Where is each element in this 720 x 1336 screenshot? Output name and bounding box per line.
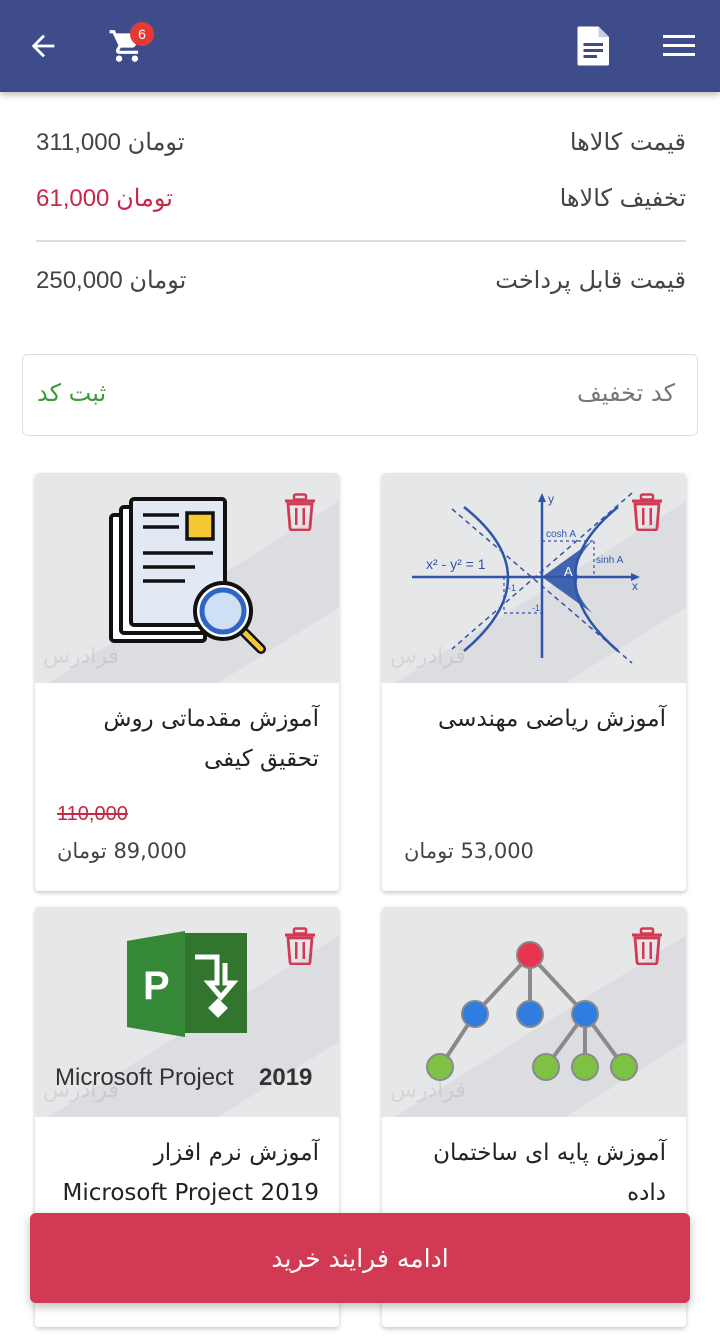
trash-icon[interactable] <box>630 493 664 531</box>
x-axis-label: x <box>632 579 638 593</box>
arrow-left-icon <box>31 34 55 58</box>
product-image: فرادرس P Microsoft Project 2019 <box>35 907 339 1117</box>
product-image: فرادرس y x x² - y² = 1 cosh A sinh A A -… <box>382 473 686 683</box>
price-summary: قیمت کالاها 311,000 تومان تخفیف کالاها 6… <box>36 120 686 314</box>
discount-row: تخفیف کالاها 61,000 تومان <box>36 176 686 232</box>
neg-one-label-a: -1 <box>508 583 516 593</box>
coupon-input[interactable]: کد تخفیف <box>577 379 675 407</box>
logo-product-name: Microsoft Project <box>55 1064 234 1091</box>
product-image: فرادرس <box>382 907 686 1117</box>
sinh-label: sinh A <box>596 555 624 566</box>
items-price-value: 311,000 تومان <box>36 129 185 156</box>
product-price: 53,000 تومان <box>404 839 534 863</box>
neg-one-label-b: -1 <box>532 603 540 613</box>
product-title: آموزش پایه ای ساختمان داده <box>433 1140 666 1206</box>
coupon-box: کد تخفیف ثبت کد <box>22 354 698 436</box>
continue-purchase-button[interactable]: ادامه فرایند خرید <box>30 1213 690 1303</box>
document-icon <box>577 26 609 66</box>
product-card[interactable]: فرادرس آموزش مقدماتی روش تحقیق کیفی 110,… <box>35 473 339 891</box>
items-price-label: قیمت کالاها <box>569 128 686 156</box>
cart-badge: 6 <box>130 22 154 46</box>
menu-button[interactable] <box>652 0 706 92</box>
coupon-submit-button[interactable]: ثبت کد <box>37 379 106 407</box>
equation-label: x² - y² = 1 <box>426 556 486 572</box>
discount-label: تخفیف کالاها <box>559 184 686 212</box>
payable-row: قیمت قابل پرداخت 250,000 تومان <box>36 258 686 314</box>
product-title: آموزش ریاضی مهندسی <box>438 706 666 732</box>
discount-value: 61,000 تومان <box>36 185 173 212</box>
product-title: آموزش مقدماتی روش تحقیق کیفی <box>103 706 319 772</box>
payable-value: 250,000 تومان <box>36 267 187 294</box>
trash-icon[interactable] <box>283 927 317 965</box>
items-price-row: قیمت کالاها 311,000 تومان <box>36 120 686 176</box>
summary-divider <box>36 240 686 242</box>
area-label: A <box>564 564 573 579</box>
trash-icon[interactable] <box>630 927 664 965</box>
product-price: 89,000 تومان <box>57 839 187 863</box>
product-card[interactable]: فرادرس y x x² - y² = 1 cosh A sinh A A -… <box>382 473 686 891</box>
product-old-price: 110,000 <box>57 803 128 825</box>
cart-button[interactable]: 6 <box>100 0 154 92</box>
logo-year: 2019 <box>259 1064 312 1091</box>
product-title: آموزش نرم افزار Microsoft Project 2019 <box>62 1140 319 1206</box>
back-button[interactable] <box>18 0 68 92</box>
hamburger-menu-icon <box>663 35 695 56</box>
invoice-button[interactable] <box>568 0 620 92</box>
product-image: فرادرس <box>35 473 339 683</box>
y-axis-label: y <box>548 492 554 506</box>
cosh-label: cosh A <box>546 529 576 540</box>
payable-label: قیمت قابل پرداخت <box>495 266 686 294</box>
app-bar: 6 <box>0 0 720 92</box>
project-logo-letter: P <box>143 964 170 1008</box>
trash-icon[interactable] <box>283 493 317 531</box>
